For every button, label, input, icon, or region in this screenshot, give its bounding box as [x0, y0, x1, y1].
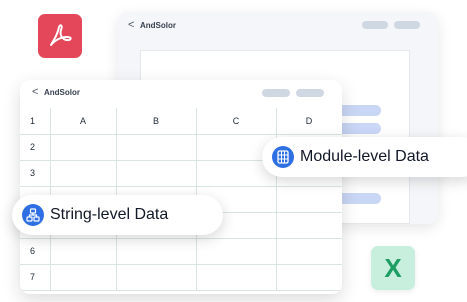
app-brand: AndSolor: [140, 21, 176, 30]
spreadsheet-window: < AndSolor 1 A B C D 2 3 4 5: [20, 80, 342, 294]
table-row: 1 A B C D: [20, 108, 342, 135]
table-row: 7: [20, 263, 342, 291]
window-control-pill[interactable]: [362, 21, 388, 29]
row-number: 1: [20, 108, 51, 135]
document-window-header: < AndSolor: [118, 12, 438, 38]
table-cell[interactable]: [49, 159, 117, 187]
column-header[interactable]: C: [195, 108, 277, 135]
row-number: 3: [20, 159, 51, 187]
table-cell[interactable]: [195, 237, 277, 265]
back-chevron-icon[interactable]: <: [32, 86, 38, 98]
table-cell[interactable]: [115, 133, 197, 161]
hierarchy-icon: [22, 204, 44, 226]
window-control-pill[interactable]: [262, 89, 290, 97]
table-cell[interactable]: [49, 133, 117, 161]
grid-table-icon: [272, 146, 294, 168]
column-header[interactable]: B: [115, 108, 197, 135]
table-row: 6: [20, 237, 342, 265]
row-number: 2: [20, 133, 51, 161]
string-level-data-text: String-level Data: [50, 206, 169, 223]
table-cell[interactable]: [115, 263, 197, 291]
window-control-pill[interactable]: [296, 89, 324, 97]
table-cell[interactable]: [49, 237, 117, 265]
column-header[interactable]: A: [49, 108, 117, 135]
table-cell[interactable]: [275, 263, 342, 291]
excel-letter-icon: X: [384, 252, 402, 283]
table-cell[interactable]: [275, 211, 342, 239]
row-number: 6: [20, 237, 51, 265]
table-cell[interactable]: [115, 159, 197, 187]
table-cell[interactable]: [275, 185, 342, 213]
excel-app-icon[interactable]: X: [371, 246, 415, 290]
table-cell[interactable]: [195, 263, 277, 291]
table-cell[interactable]: [275, 237, 342, 265]
module-level-data-label[interactable]: Module-level Data: [262, 137, 467, 177]
string-level-data-label[interactable]: String-level Data: [12, 195, 223, 235]
window-control-pill[interactable]: [394, 21, 420, 29]
back-chevron-icon[interactable]: <: [128, 19, 134, 31]
pdf-app-icon[interactable]: [38, 14, 82, 58]
module-level-data-text: Module-level Data: [300, 148, 429, 165]
column-header[interactable]: D: [275, 108, 342, 135]
app-brand: AndSolor: [44, 88, 80, 97]
table-cell[interactable]: [49, 263, 117, 291]
acrobat-icon: [50, 24, 72, 46]
table-cell[interactable]: [115, 237, 197, 265]
row-number: 7: [20, 263, 51, 291]
